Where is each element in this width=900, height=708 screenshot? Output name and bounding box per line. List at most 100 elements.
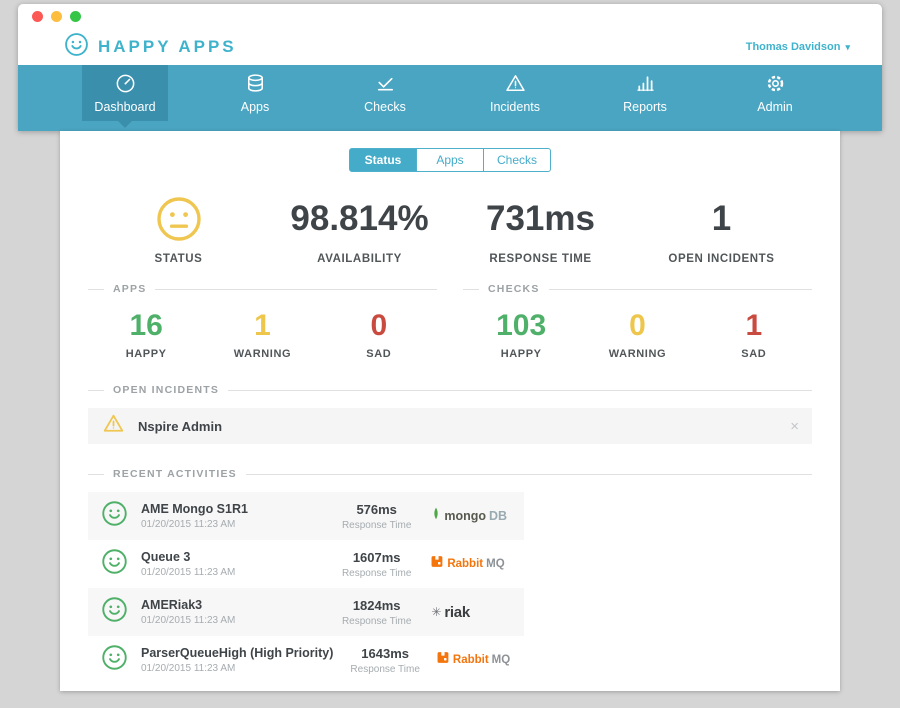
nav-item-incidents[interactable]: Incidents: [472, 65, 558, 121]
user-name: Thomas Davidson: [746, 41, 841, 53]
stat-label: WARNING: [579, 348, 695, 360]
happy-face-icon: [101, 644, 128, 676]
dashboard-card: Status Apps Checks STATUS 98.814% AVAILA: [60, 131, 840, 691]
activity-row[interactable]: ParserQueueHigh (High Priority) 01/20/20…: [88, 636, 524, 684]
checks-stat-happy[interactable]: 103 HAPPY: [463, 309, 579, 360]
apps-stat-sad[interactable]: 0 SAD: [321, 309, 437, 360]
summary-response-time: 731ms RESPONSE TIME: [450, 194, 631, 265]
nav-item-apps[interactable]: Apps: [212, 65, 298, 121]
checks-stats: 103 HAPPY 0 WARNING 1 SAD: [463, 301, 812, 360]
activity-name: AME Mongo S1R1: [141, 502, 322, 516]
nav-item-label: Admin: [757, 100, 792, 114]
window-close-button[interactable]: [32, 11, 43, 22]
apps-stat-happy[interactable]: 16 HAPPY: [88, 309, 204, 360]
availability-label: AVAILABILITY: [269, 253, 450, 265]
apps-stat-warning[interactable]: 1 WARNING: [204, 309, 320, 360]
open-incidents-value: 1: [631, 194, 812, 244]
apps-checks-stats: 16 HAPPY 1 WARNING 0 SAD 103 HAPPY: [60, 295, 840, 360]
incident-row[interactable]: Nspire Admin ×: [88, 408, 812, 444]
recent-activities-title: RECENT ACTIVITIES: [113, 468, 237, 480]
window-chrome: HAPPY APPS Thomas Davidson ▾ Dashboard: [18, 4, 882, 131]
activity-name: AMERiak3: [141, 598, 322, 612]
nav-item-dashboard[interactable]: Dashboard: [82, 65, 168, 121]
summary-open-incidents: 1 OPEN INCIDENTS: [631, 194, 812, 265]
service-text: Rabbit: [453, 654, 489, 666]
checks-stat-sad[interactable]: 1 SAD: [696, 309, 812, 360]
summary-availability: 98.814% AVAILABILITY: [269, 194, 450, 265]
riak-asterisk-icon: ✳: [431, 605, 441, 619]
mongodb-logo: mongoDB: [431, 505, 511, 527]
response-time-value: 1607ms: [335, 550, 418, 565]
open-incidents-title: OPEN INCIDENTS: [113, 384, 219, 396]
service-text: MQ: [492, 654, 511, 666]
stat-label: WARNING: [204, 348, 320, 360]
app-header: HAPPY APPS Thomas Davidson ▾: [18, 29, 882, 65]
gauge-icon: [114, 72, 137, 95]
summary-row: STATUS 98.814% AVAILABILITY 731ms RESPON…: [60, 172, 840, 277]
service-text: MQ: [486, 558, 505, 570]
open-incidents-divider: OPEN INCIDENTS: [88, 384, 812, 396]
stat-value: 1: [696, 309, 812, 343]
activity-row[interactable]: AME Mongo S1R1 01/20/2015 11:23 AM 576ms…: [88, 492, 524, 540]
checks-stat-warning[interactable]: 0 WARNING: [579, 309, 695, 360]
rabbitmq-logo: RabbitMQ: [431, 555, 511, 573]
user-menu[interactable]: Thomas Davidson ▾: [746, 41, 850, 53]
incident-close-button[interactable]: ×: [790, 419, 799, 434]
happy-face-icon: [101, 596, 128, 628]
activity-name: Queue 3: [141, 550, 322, 564]
window-zoom-button[interactable]: [70, 11, 81, 22]
nav-item-label: Checks: [364, 100, 406, 114]
mongodb-leaf-icon: [431, 505, 441, 527]
response-time-label: RESPONSE TIME: [450, 253, 631, 265]
rabbitmq-icon: [437, 651, 450, 669]
activity-row[interactable]: Queue 3 01/20/2015 11:23 AM 1607ms Respo…: [88, 540, 524, 588]
apps-checks-dividers: APPS CHECKS: [60, 277, 840, 295]
status-tabs: Status Apps Checks: [60, 131, 840, 172]
happy-face-icon: [101, 548, 128, 580]
response-time-label: Response Time: [335, 520, 418, 531]
activity-response: 1643ms Response Time: [346, 646, 423, 675]
chevron-down-icon: ▾: [845, 42, 850, 53]
response-time-label: Response Time: [346, 664, 423, 675]
activity-row[interactable]: AMERiak3 01/20/2015 11:23 AM 1824ms Resp…: [88, 588, 524, 636]
activity-timestamp: 01/20/2015 11:23 AM: [141, 663, 333, 674]
app-window: HAPPY APPS Thomas Davidson ▾ Dashboard: [18, 4, 882, 691]
response-time-value: 731ms: [450, 194, 631, 244]
nav-item-admin[interactable]: Admin: [732, 65, 818, 121]
activity-timestamp: 01/20/2015 11:23 AM: [141, 519, 322, 530]
nav-item-reports[interactable]: Reports: [602, 65, 688, 121]
activity-response: 576ms Response Time: [335, 502, 418, 531]
apps-section-divider: APPS: [88, 283, 437, 295]
open-incidents-label: OPEN INCIDENTS: [631, 253, 812, 265]
response-time-value: 1643ms: [346, 646, 423, 661]
warning-triangle-icon: [101, 411, 126, 441]
stat-value: 1: [204, 309, 320, 343]
recent-activities-section: RECENT ACTIVITIES: [60, 444, 840, 484]
activity-main: ParserQueueHigh (High Priority) 01/20/20…: [141, 646, 333, 674]
stat-value: 103: [463, 309, 579, 343]
checklist-icon: [374, 72, 397, 95]
tab-checks[interactable]: Checks: [483, 148, 551, 172]
stat-label: SAD: [696, 348, 812, 360]
checks-section-divider: CHECKS: [463, 283, 812, 295]
incident-name: Nspire Admin: [138, 419, 222, 434]
availability-value: 98.814%: [269, 194, 450, 244]
rabbitmq-logo: RabbitMQ: [437, 651, 511, 669]
neutral-face-icon: [88, 194, 269, 244]
nav-item-label: Dashboard: [94, 100, 155, 114]
nav-item-label: Apps: [241, 100, 270, 114]
stat-value: 0: [321, 309, 437, 343]
tab-apps[interactable]: Apps: [416, 148, 484, 172]
happy-face-icon: [101, 500, 128, 532]
apps-stats: 16 HAPPY 1 WARNING 0 SAD: [88, 301, 437, 360]
tab-status[interactable]: Status: [349, 148, 417, 172]
nav-item-checks[interactable]: Checks: [342, 65, 428, 121]
window-minimize-button[interactable]: [51, 11, 62, 22]
stat-label: HAPPY: [463, 348, 579, 360]
service-text: mongo: [444, 509, 486, 523]
nav-item-label: Reports: [623, 100, 667, 114]
status-label: STATUS: [88, 253, 269, 265]
app-logo: HAPPY APPS: [64, 32, 237, 62]
recent-activities-divider: RECENT ACTIVITIES: [88, 468, 812, 480]
activity-main: AME Mongo S1R1 01/20/2015 11:23 AM: [141, 502, 322, 530]
